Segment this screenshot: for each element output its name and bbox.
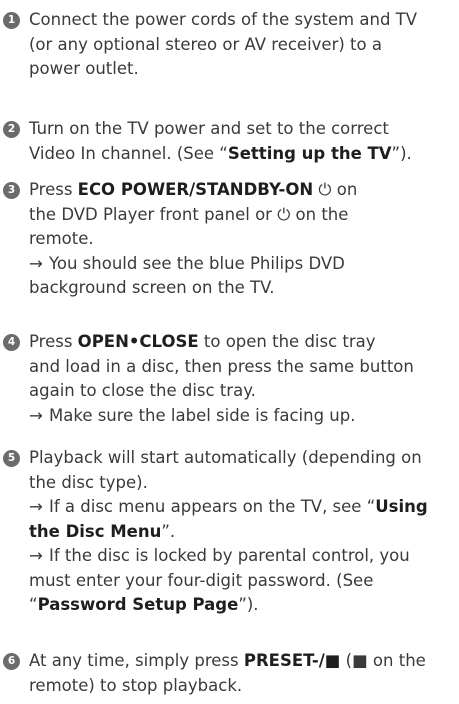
step-3-line-3: remote. bbox=[29, 229, 94, 248]
step-number-1: 1 bbox=[3, 12, 20, 29]
step-5-line-1: Playback will start automatically (depen… bbox=[29, 448, 422, 467]
step-5: 5 Playback will start automatically (dep… bbox=[3, 446, 455, 618]
step-5-line-2: the disc type). bbox=[29, 472, 148, 492]
step-5-line-5: → If the disc is locked by parental contr… bbox=[29, 544, 455, 569]
step-number-5: 5 bbox=[3, 450, 20, 467]
step-3-line-5: background screen on the TV. bbox=[29, 278, 275, 297]
step-2: 2 Turn on the TV power and set to the co… bbox=[3, 117, 455, 166]
step-5-line-7: “Password Setup Page”). bbox=[29, 595, 259, 614]
eco-power-standby-label: ECO POWER/STANDBY-ON bbox=[77, 180, 314, 199]
step-1-line-1: Connect the power cords of the system an… bbox=[29, 10, 418, 29]
step-3: 3 Press ECO POWER/STANDBY-ON ⏻ on the DV… bbox=[3, 178, 455, 301]
open-close-label: OPEN•CLOSE bbox=[77, 332, 199, 351]
step-3-line-1: Press ECO POWER/STANDBY-ON ⏻ on bbox=[29, 180, 358, 199]
step-4: 4 Press OPEN•CLOSE to open the disc tray… bbox=[3, 330, 455, 428]
step-number-4: 4 bbox=[3, 334, 20, 351]
step-4-line-1: Press OPEN•CLOSE to open the disc tray bbox=[29, 332, 376, 351]
step-5-line-3: → If a disc menu appears on the TV, see “… bbox=[29, 495, 455, 520]
step-1-line-3: power outlet. bbox=[29, 59, 139, 78]
step-4-line-3: again to close the disc tray. bbox=[29, 381, 256, 400]
step-5-line-4: the Disc Menu”. bbox=[29, 521, 176, 541]
step-number-6: 6 bbox=[3, 653, 20, 670]
step-5-line-6: must enter your four-digit password. (Se… bbox=[29, 570, 374, 590]
power-icon: ⏻ bbox=[277, 204, 291, 224]
setting-up-tv-reference: Setting up the TV bbox=[227, 143, 392, 163]
step-1: 1 Connect the power cords of the system … bbox=[3, 8, 455, 82]
step-3-line-2: the DVD Player front panel or ⏻ on the bbox=[29, 204, 349, 224]
step-1-line-2: (or any optional stereo or AV receiver) … bbox=[29, 34, 382, 54]
password-setup-page-reference: Password Setup Page bbox=[37, 595, 239, 614]
step-6-line-2: remote) to stop playback. bbox=[29, 675, 243, 695]
step-number-3: 3 bbox=[3, 182, 20, 199]
arrow-icon: → bbox=[29, 497, 43, 516]
step-6-line-1: At any time, simply press PRESET-/■ (■ o… bbox=[29, 651, 426, 670]
step-6: 6 At any time, simply press PRESET-/■ (■… bbox=[3, 649, 455, 698]
arrow-icon: → bbox=[29, 546, 43, 565]
step-4-line-4: → Make sure the label side is facing up. bbox=[29, 404, 455, 429]
arrow-icon: → bbox=[29, 253, 43, 273]
step-2-line-1: Turn on the TV power and set to the corr… bbox=[29, 119, 389, 138]
power-icon: ⏻ bbox=[318, 180, 332, 199]
step-number-2: 2 bbox=[3, 121, 20, 138]
using-disc-menu-reference: Using bbox=[375, 497, 428, 516]
step-4-line-2: and load in a disc, then press the same … bbox=[29, 356, 414, 376]
step-3-line-4: → You should see the blue Philips DVD bbox=[29, 252, 455, 277]
preset-stop-label: PRESET-/■ bbox=[243, 651, 341, 670]
step-2-line-2: Video In channel. (See “Setting up the T… bbox=[29, 143, 412, 163]
arrow-icon: → bbox=[29, 405, 43, 425]
